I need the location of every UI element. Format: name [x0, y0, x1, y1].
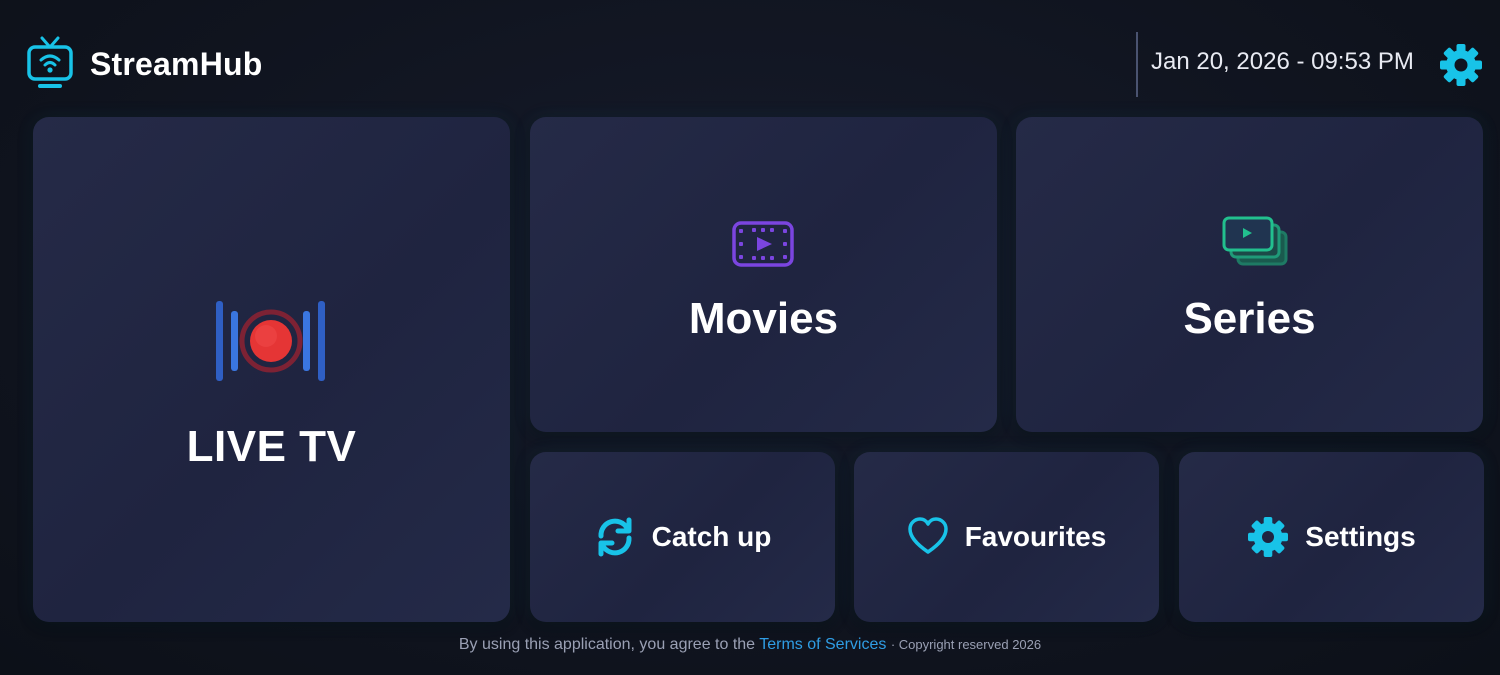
terms-link[interactable]: Terms of Services: [759, 636, 886, 653]
favourites-tile[interactable]: Favourites: [854, 452, 1159, 622]
settings-label: Settings: [1305, 521, 1416, 552]
tv-wifi-icon: [27, 36, 73, 88]
refresh-icon: [598, 517, 632, 557]
header: StreamHub Jan 20, 2026 - 09:53 PM: [0, 0, 1500, 117]
live-record-icon: [216, 301, 325, 381]
favourites-label: Favourites: [964, 521, 1107, 552]
live-tv-tile[interactable]: LIVE TV: [33, 117, 510, 622]
header-divider: [1136, 32, 1138, 97]
series-tile[interactable]: Series: [1016, 117, 1483, 432]
film-icon: [732, 221, 794, 267]
app-name: StreamHub: [90, 45, 263, 82]
catch-up-tile[interactable]: Catch up: [530, 452, 835, 622]
date-time: Jan 20, 2026 - 09:53 PM: [1151, 48, 1414, 75]
catch-up-label: Catch up: [651, 521, 772, 552]
footer-text: By using this application, you agree to …: [458, 636, 756, 653]
series-label: Series: [1183, 294, 1316, 343]
copyright-text: · Copyright reserved 2026: [890, 637, 1042, 652]
footer: By using this application, you agree to …: [0, 636, 1500, 654]
movies-tile[interactable]: Movies: [530, 117, 997, 432]
gear-icon[interactable]: [1439, 43, 1483, 87]
live-tv-label: LIVE TV: [186, 422, 357, 471]
brand: StreamHub: [26, 36, 263, 92]
stacked-screens-icon: [1222, 216, 1288, 266]
gear-icon: [1248, 517, 1289, 557]
heart-icon: [907, 517, 948, 554]
movies-label: Movies: [688, 294, 839, 343]
settings-tile[interactable]: Settings: [1179, 452, 1484, 622]
